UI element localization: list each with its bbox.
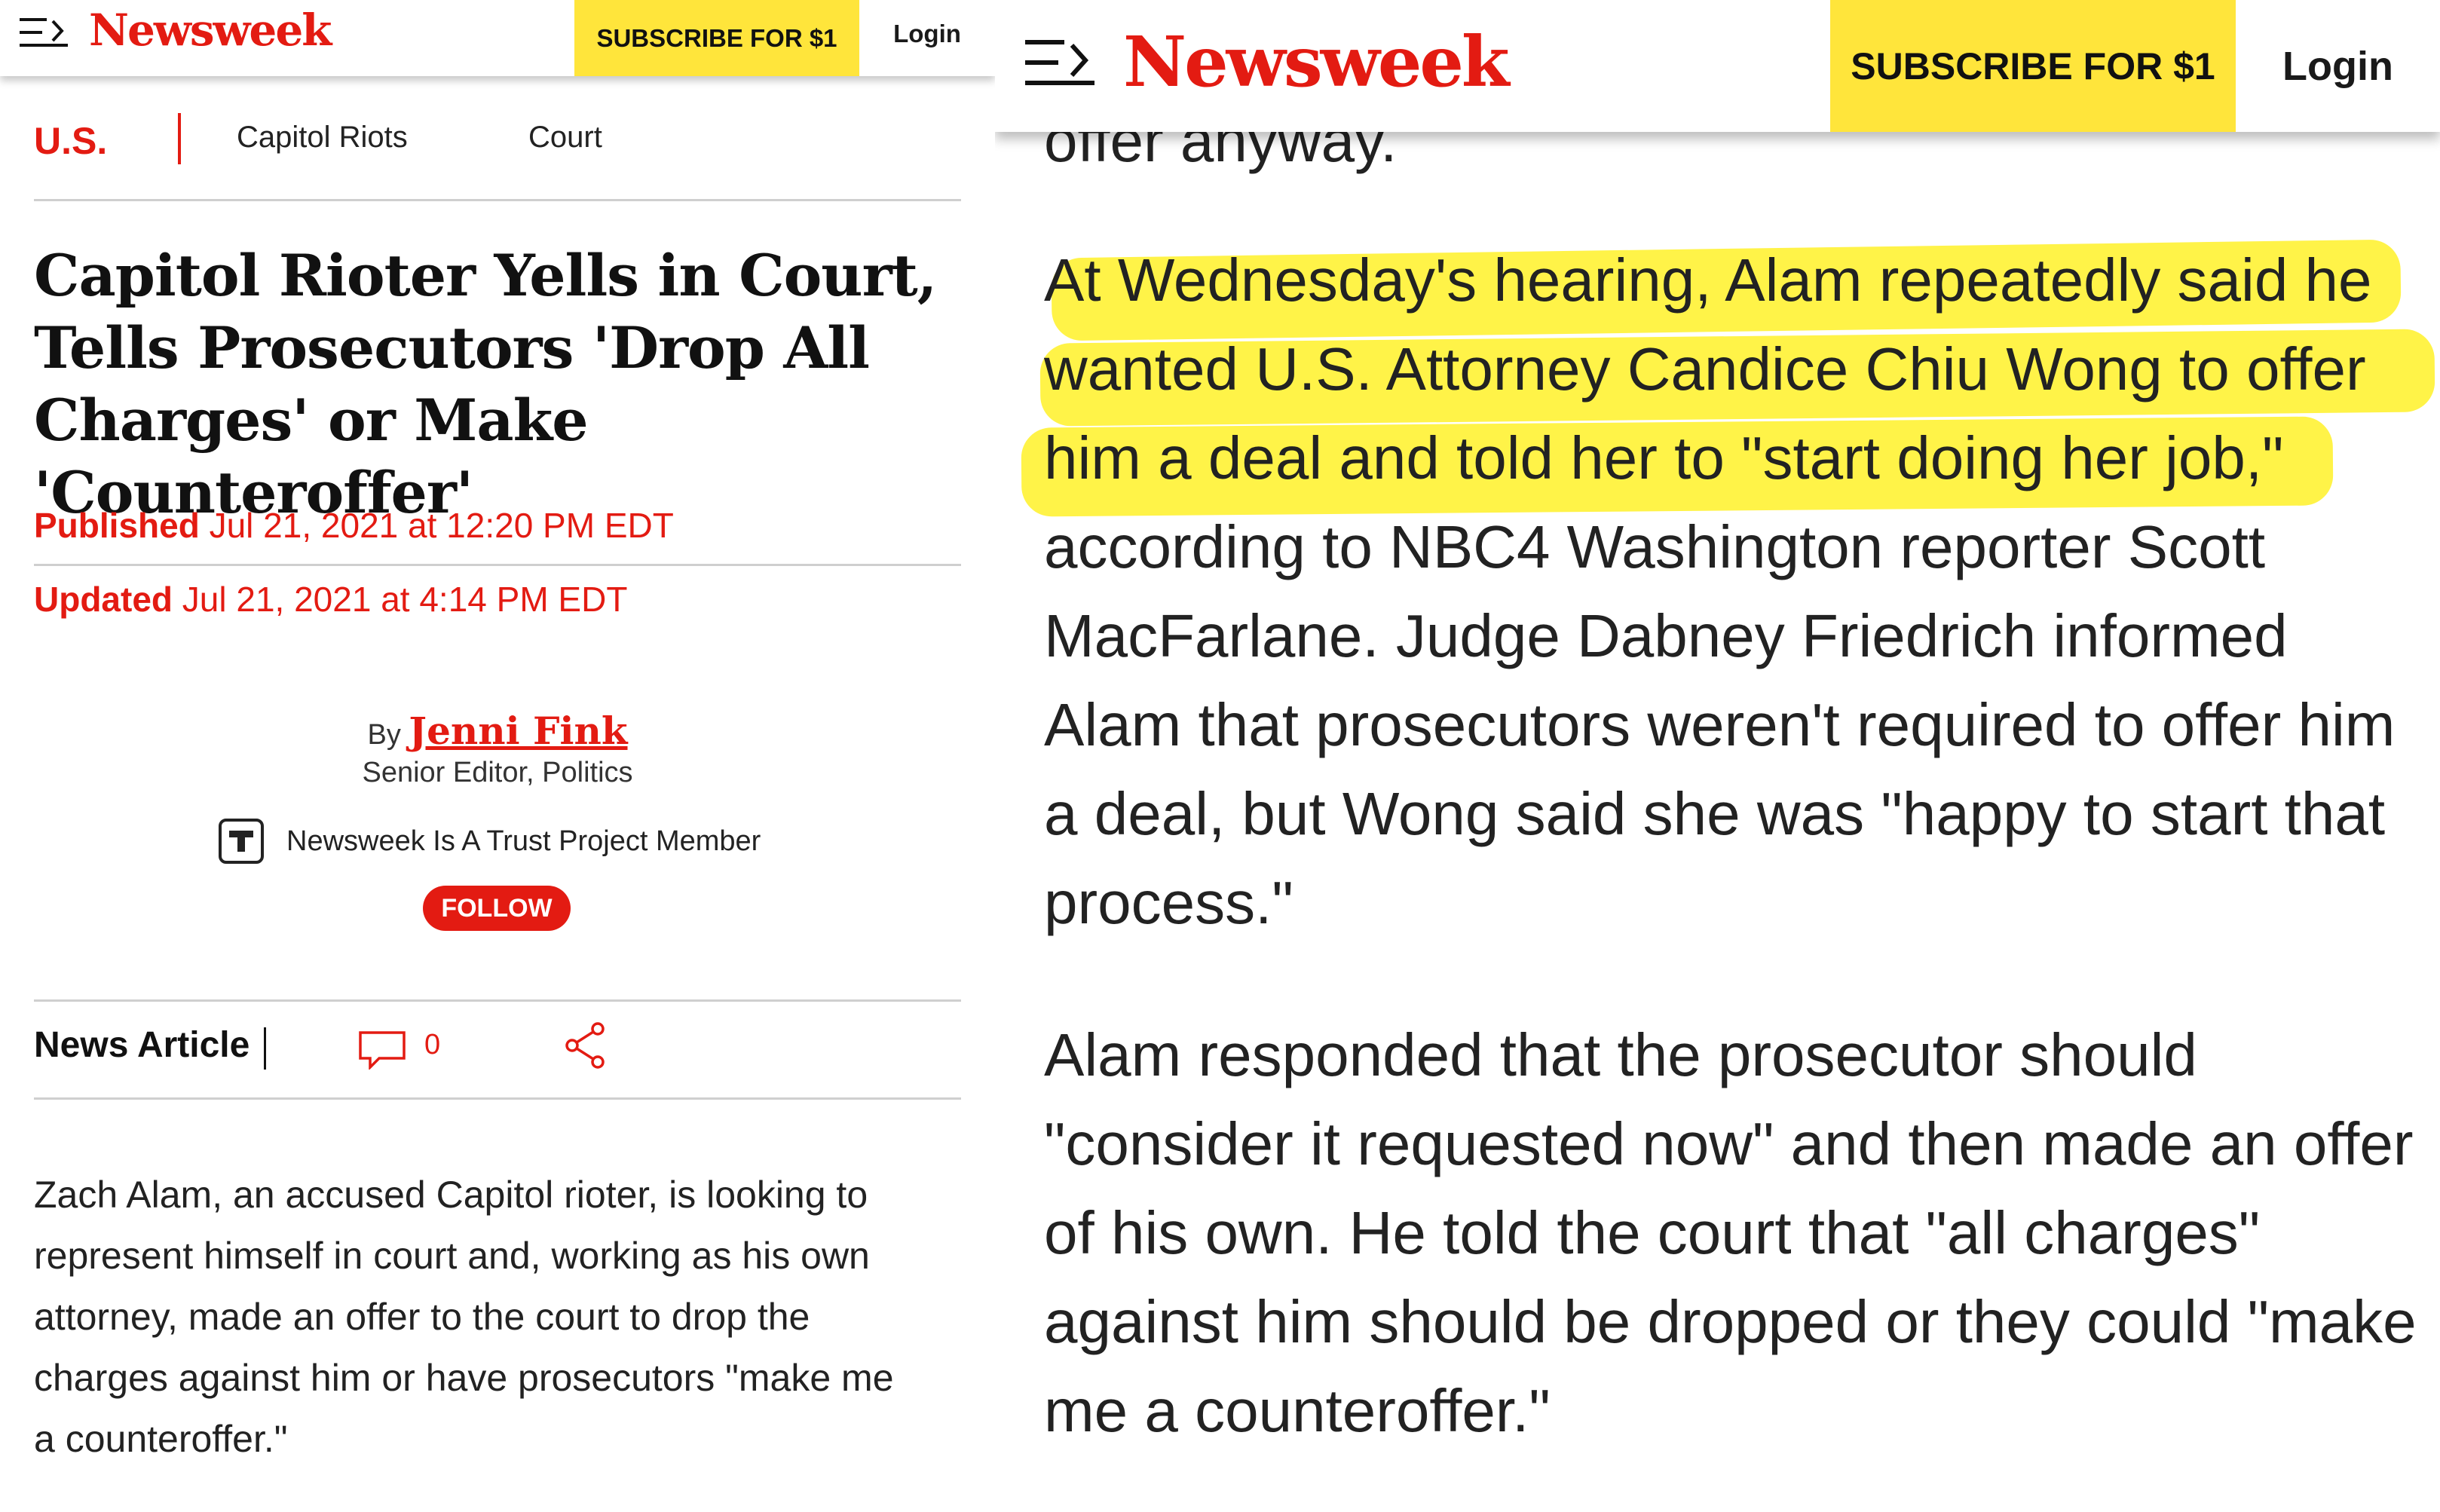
section-nav: U.S. Capitol Riots Court <box>0 113 995 173</box>
author-link[interactable]: Jenni Fink <box>409 709 627 753</box>
article-paragraph: At Wednesday's hearing, Alam repeatedly … <box>1044 236 2423 947</box>
article-paragraph: Alam responded that the prosecutor shoul… <box>1044 1011 2423 1455</box>
meta-divider <box>264 1027 266 1070</box>
trust-project-badge[interactable]: Newsweek Is A Trust Project Member <box>219 819 761 864</box>
highlighted-line: At Wednesday's hearing, Alam repeatedly … <box>1044 246 2372 314</box>
body-line: Alam that prosecutors weren't required t… <box>1044 691 2396 758</box>
body-line: represent himself in court and, working … <box>34 1235 870 1277</box>
divider <box>34 1097 961 1100</box>
menu-icon[interactable] <box>20 17 69 48</box>
login-button[interactable]: Login <box>2236 0 2440 132</box>
published-date: Published Jul 21, 2021 at 12:20 PM EDT <box>34 505 674 546</box>
site-header: Newsweek SUBSCRIBE FOR $1 Login <box>995 0 2440 132</box>
body-line: Alam responded that the prosecutor shoul… <box>1044 1021 2197 1088</box>
updated-date: Updated Jul 21, 2021 at 4:14 PM EDT <box>34 579 627 620</box>
body-line: a deal, but Wong said she was "happy to … <box>1044 780 2386 847</box>
body-line: me a counteroffer." <box>1044 1377 1551 1444</box>
body-line: Zach Alam, an accused Capitol rioter, is… <box>34 1174 868 1216</box>
body-line: "consider it requested now" and then mad… <box>1044 1110 2414 1177</box>
body-line: against him should be dropped or they co… <box>1044 1288 2417 1355</box>
login-button[interactable]: Login <box>859 0 995 68</box>
site-header: Newsweek SUBSCRIBE FOR $1 Login <box>0 0 995 76</box>
divider <box>34 199 961 201</box>
author-role: Senior Editor, Politics <box>362 757 633 788</box>
byline: By Jenni Fink <box>0 709 995 753</box>
comment-icon[interactable] <box>358 1030 406 1070</box>
nav-divider <box>178 113 181 164</box>
article-headline: Capitol Rioter Yells in Court, Tells Pro… <box>34 242 937 526</box>
share-icon[interactable] <box>562 1021 610 1070</box>
newsweek-logo[interactable]: Newsweek <box>89 5 332 56</box>
trust-project-icon <box>219 819 264 864</box>
article-meta-bar: News Article 0 <box>34 1021 961 1082</box>
nav-item-court[interactable]: Court <box>528 121 602 155</box>
body-line: a counteroffer." <box>34 1418 288 1460</box>
by-label: By <box>367 719 401 751</box>
follow-button[interactable]: FOLLOW <box>423 886 571 931</box>
nav-item-capitol-riots[interactable]: Capitol Riots <box>237 121 408 155</box>
newsweek-logo[interactable]: Newsweek <box>1123 21 1510 103</box>
body-line: charges against him or have prosecutors … <box>34 1357 894 1399</box>
article-body-intro: Zach Alam, an accused Capitol rioter, is… <box>34 1165 969 1470</box>
updated-label: Updated <box>34 580 173 619</box>
trust-project-text: Newsweek Is A Trust Project Member <box>286 825 761 857</box>
published-label: Published <box>34 506 200 545</box>
divider <box>34 564 961 566</box>
highlighted-line: him a deal and told her to "start doing … <box>1044 424 2284 491</box>
body-line: of his own. He told the court that "all … <box>1044 1199 2261 1266</box>
section-us-link[interactable]: U.S. <box>34 119 107 163</box>
subscribe-button[interactable]: SUBSCRIBE FOR $1 <box>1830 0 2236 132</box>
updated-value: Jul 21, 2021 at 4:14 PM EDT <box>182 580 628 619</box>
subscribe-button[interactable]: SUBSCRIBE FOR $1 <box>574 0 859 76</box>
left-screenshot: Newsweek SUBSCRIBE FOR $1 Login U.S. Cap… <box>0 0 995 1512</box>
body-line: process." <box>1044 869 1293 936</box>
comment-count[interactable]: 0 <box>424 1029 440 1061</box>
menu-icon[interactable] <box>1025 38 1097 87</box>
body-line: attorney, made an offer to the court to … <box>34 1296 810 1338</box>
divider <box>34 999 961 1002</box>
published-value: Jul 21, 2021 at 12:20 PM EDT <box>209 506 674 545</box>
highlighted-line: wanted U.S. Attorney Candice Chiu Wong t… <box>1044 335 2366 402</box>
body-line: MacFarlane. Judge Dabney Friedrich infor… <box>1044 602 2288 669</box>
right-screenshot: offer anyway. Newsweek SUBSCRIBE FOR $1 … <box>995 0 2440 1512</box>
article-type-label: News Article <box>34 1025 250 1065</box>
body-line: according to NBC4 Washington reporter Sc… <box>1044 513 2266 580</box>
